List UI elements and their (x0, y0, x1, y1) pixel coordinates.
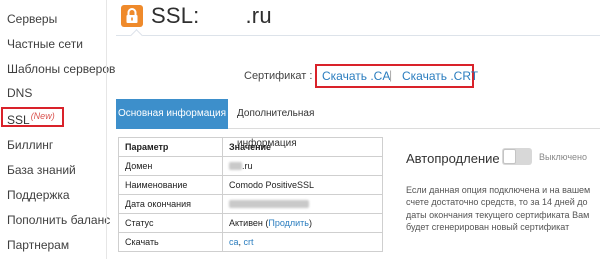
header-divider (116, 35, 600, 36)
row-label-status: Статус (118, 213, 223, 233)
table-header-parameter: Параметр (118, 137, 223, 157)
autorenew-toggle[interactable] (502, 148, 532, 165)
domain-suffix: .ru (242, 161, 253, 171)
parameters-table: Параметр Значение Домен .ru Наименование… (118, 137, 383, 252)
table-row: Наименование Comodo PositiveSSL (118, 175, 383, 195)
page-title: SSL: .ru (151, 3, 272, 29)
sidebar-item-private-networks[interactable]: Частные сети (7, 37, 83, 51)
toggle-knob (503, 149, 516, 164)
sidebar-item-dns[interactable]: DNS (7, 86, 32, 100)
page-title-prefix: SSL: (151, 3, 200, 28)
table-row: Дата окончания (118, 194, 383, 214)
sidebar-divider (106, 0, 107, 259)
status-text: Активен (229, 218, 263, 228)
page-title-domain: .ru (245, 3, 272, 28)
autorenew-description: Если данная опция подключена и на вашем … (406, 185, 591, 232)
download-crt-link[interactable]: Скачать .CRT (402, 69, 478, 83)
autorenew-state: Выключено (539, 152, 587, 162)
certificate-label: Сертификат : (244, 70, 313, 82)
redacted-expiry-date (229, 200, 309, 208)
row-value-expiry-date (222, 194, 383, 214)
sidebar-item-servers[interactable]: Серверы (7, 12, 57, 26)
sidebar-item-top-up-balance[interactable]: Пополнить баланс (7, 213, 110, 227)
download-links-separator: , (238, 237, 242, 247)
download-ca-link[interactable]: Скачать .CA (322, 69, 390, 83)
row-value-download: ca, crt (222, 232, 383, 252)
table-row: Домен .ru (118, 156, 383, 176)
tab-additional-info[interactable]: Дополнительная информация (228, 99, 368, 149)
table-row: Скачать ca, crt (118, 232, 383, 252)
renew-link[interactable]: Продлить (268, 218, 309, 228)
table-header-value: Значение (222, 137, 383, 157)
sidebar: Серверы Частные сети Шаблоны серверов DN… (0, 0, 115, 259)
redacted-domain (229, 162, 242, 170)
tab-main-info[interactable]: Основная информация (116, 99, 228, 129)
sidebar-item-billing[interactable]: Биллинг (7, 138, 53, 152)
table-download-ca-link[interactable]: ca (229, 237, 239, 247)
row-value-status: Активен (Продлить) (222, 213, 383, 233)
renew-close-paren: ) (309, 218, 312, 228)
sidebar-item-support[interactable]: Поддержка (7, 188, 70, 202)
row-value-domain: .ru (222, 156, 383, 176)
row-label-name: Наименование (118, 175, 223, 195)
table-row: Статус Активен (Продлить) (118, 213, 383, 233)
table-download-crt-link[interactable]: crt (244, 237, 254, 247)
row-label-expiry-date: Дата окончания (118, 194, 223, 214)
header-notch (130, 29, 143, 42)
sidebar-item-knowledge-base[interactable]: База знаний (7, 163, 76, 177)
sidebar-item-server-templates[interactable]: Шаблоны серверов (7, 62, 115, 76)
certificate-separator: | (389, 68, 393, 82)
row-value-name: Comodo PositiveSSL (222, 175, 383, 195)
row-label-download: Скачать (118, 232, 223, 252)
autorenew-title: Автопродление (406, 151, 500, 166)
lock-icon (121, 5, 143, 27)
ssl-highlight-box (1, 107, 64, 127)
row-label-domain: Домен (118, 156, 223, 176)
sidebar-item-partners[interactable]: Партнерам (7, 238, 69, 252)
table-header-row: Параметр Значение (118, 137, 383, 157)
